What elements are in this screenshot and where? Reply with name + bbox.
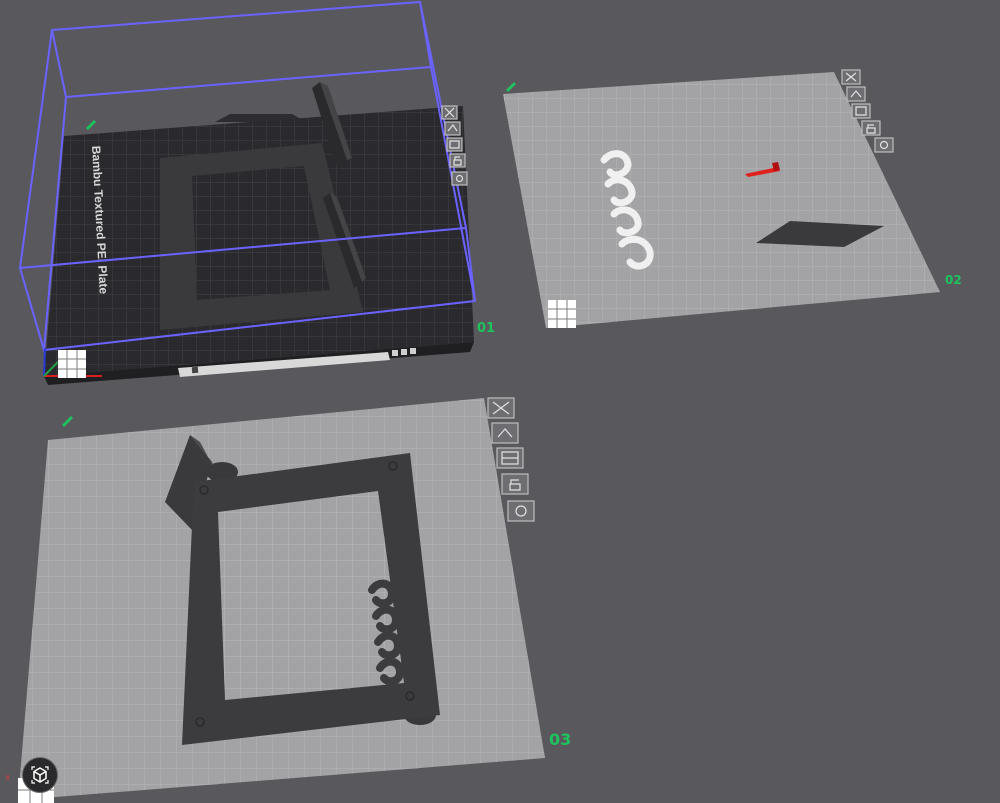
plate-03-edit-icon[interactable] [62,416,73,427]
3d-viewport[interactable]: Bambu Textured PEI Plate 01 02 03 [0,0,1000,803]
plate-03-arrange-button[interactable] [496,447,524,469]
plate-03-settings-button[interactable] [507,500,535,522]
plate-03-orient-button[interactable] [491,422,519,444]
plate-01[interactable]: Bambu Textured PEI Plate 01 [18,0,495,385]
view-cube-button[interactable] [22,757,58,793]
plate-02[interactable]: 02 [503,69,962,328]
plate-01-close-button[interactable] [441,105,458,120]
plate-01-orient-button[interactable] [444,121,461,136]
plate-02-orient-button[interactable] [846,86,866,102]
plate-01-type-icon[interactable] [58,350,86,378]
plate-01-label: 01 [477,321,495,336]
plate-03-close-button[interactable] [487,397,515,419]
plate-03[interactable]: 03 [18,397,571,803]
plate-02-edit-icon[interactable] [506,82,516,92]
plate-03-lock-button[interactable] [501,473,529,495]
plate-01-settings-button[interactable] [451,171,468,186]
plate-02-settings-button[interactable] [874,137,894,153]
plate-01-lock-button[interactable] [449,153,466,168]
plate-02-arrange-button[interactable] [851,103,871,119]
plate-02-close-button[interactable] [841,69,861,85]
plate-03-label: 03 [549,730,571,749]
plate-02-type-icon[interactable] [548,300,576,328]
strip-icon [191,366,199,374]
plate-02-label: 02 [945,273,962,287]
plate-03-frame-model[interactable] [165,435,440,745]
plate-02-lock-button[interactable] [861,120,881,136]
view-cube-icon [31,766,49,784]
plate-01-edit-icon[interactable] [86,120,96,130]
axis-x-label: x [5,773,11,783]
plate-01-arrange-button[interactable] [446,137,463,152]
